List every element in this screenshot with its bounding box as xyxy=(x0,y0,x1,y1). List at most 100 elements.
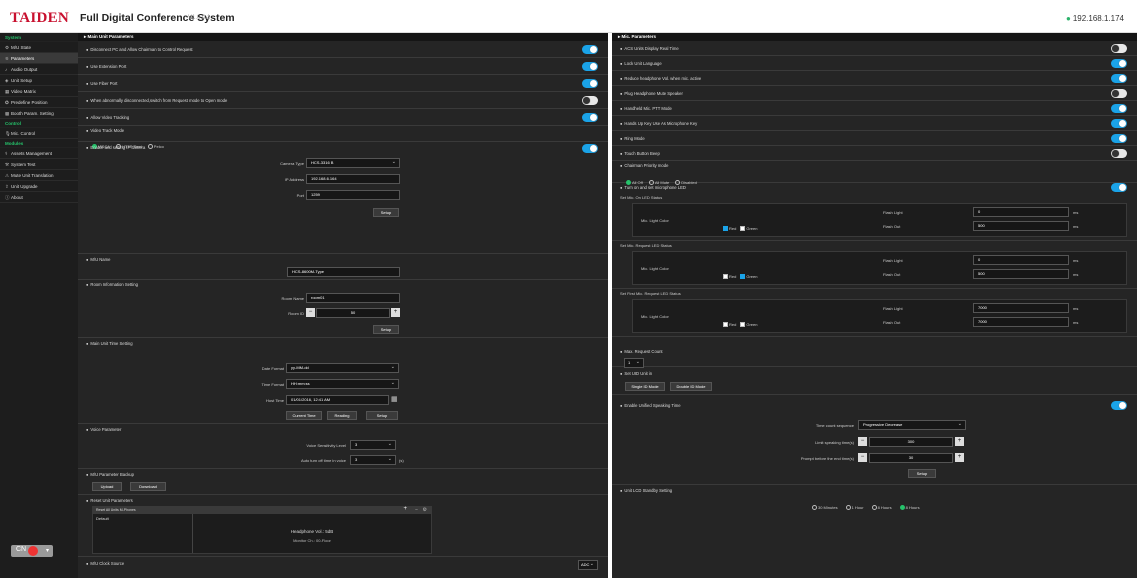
reduce-headphone-vol-when-mic--toggle[interactable] xyxy=(1111,74,1127,83)
hands-up-key-use-as-microphone-toggle[interactable] xyxy=(1111,119,1127,128)
use-fiber-port-toggle[interactable] xyxy=(582,79,598,88)
room-id-plus-button[interactable]: + xyxy=(391,308,400,317)
time-format-select[interactable]: HH:mm:ss xyxy=(286,379,399,389)
remove-icon[interactable]: − xyxy=(415,507,418,513)
clock-source-select[interactable]: ADC xyxy=(578,560,598,570)
speaking-time-toggle[interactable] xyxy=(1111,401,1127,410)
flash-out-input[interactable]: 500 xyxy=(973,221,1069,231)
light-color-green[interactable]: Green xyxy=(740,226,757,232)
single-id-mode-button[interactable]: Single ID Mode xyxy=(625,382,665,391)
prompt-time-plus-button[interactable]: + xyxy=(955,453,964,462)
reading-button[interactable]: Reading xyxy=(327,411,357,420)
disconnect-pc-and-allow-chairm-toggle[interactable] xyxy=(582,45,598,54)
voice-sensitivity-select[interactable]: 3 xyxy=(350,440,396,450)
prompt-time-minus-button[interactable]: − xyxy=(858,453,867,462)
date-format-select[interactable]: yy-MM-dd xyxy=(286,363,399,373)
speaking-setup-button[interactable]: Setup xyxy=(908,469,936,478)
allow-video-tracking-toggle[interactable] xyxy=(582,113,598,122)
when-abnormally-disconnected-s-toggle[interactable] xyxy=(582,96,598,105)
flash-out-input[interactable]: 500 xyxy=(973,269,1069,279)
time-setup-button[interactable]: Setup xyxy=(366,411,398,420)
limit-time-input[interactable]: 300 xyxy=(869,437,953,447)
toggle-knob xyxy=(1112,45,1119,52)
room-name-input[interactable]: room01 xyxy=(306,293,400,303)
flash-light-input[interactable]: 0 xyxy=(973,207,1069,217)
sidebar-item-system-test[interactable]: ⚒ System Test xyxy=(0,159,78,170)
room-setup-button[interactable]: Setup xyxy=(373,325,399,334)
port-input[interactable]: 1259 xyxy=(306,190,400,200)
sidebar-item-video-matrix[interactable]: ▦ Video Matrix xyxy=(0,86,78,97)
radio-label: 30 Minutes xyxy=(818,505,838,510)
radio-button[interactable] xyxy=(871,505,877,511)
ip-camera-toggle[interactable] xyxy=(582,144,598,153)
radio-option-1-hour[interactable]: 1 Hour xyxy=(845,505,864,511)
sidebar-item-unit-upgrade[interactable]: ⇪ Unit Upgrade xyxy=(0,181,78,192)
room-id-input[interactable]: 50 xyxy=(316,308,390,318)
ring-mode-toggle[interactable] xyxy=(1111,134,1127,143)
use-extension-port-toggle[interactable] xyxy=(582,62,598,71)
checkbox[interactable] xyxy=(740,226,746,232)
ip-address-input[interactable]: 192.168.6.164 xyxy=(306,174,400,184)
time-sequence-select[interactable]: Progressive Decrease xyxy=(858,420,966,430)
room-id-minus-button[interactable]: − xyxy=(306,308,315,317)
voice-sensitivity-label: Voice Sensitivity Level xyxy=(306,443,346,448)
sidebar-item-audio-output[interactable]: ♪ Audio Output xyxy=(0,64,78,75)
sidebar-item-booth-param-setting[interactable]: ▩ Booth Param. Setting xyxy=(0,108,78,119)
checkbox[interactable] xyxy=(740,322,746,328)
sidebar-item-mute-unit-translation[interactable]: ⚠ Mute Unit Translation xyxy=(0,170,78,181)
acs-units-display-real-time-toggle[interactable] xyxy=(1111,44,1127,53)
plug-headphone-mute-speaker-toggle[interactable] xyxy=(1111,89,1127,98)
light-color-red[interactable]: Red xyxy=(723,226,736,232)
radio-option-8-hours[interactable]: 8 Hours xyxy=(899,505,920,511)
radio-button[interactable] xyxy=(812,505,817,511)
checkbox[interactable] xyxy=(740,274,746,280)
auto-off-select[interactable]: 3 xyxy=(350,455,396,465)
flash-out-input[interactable]: 7000 xyxy=(973,317,1069,327)
flash-out-label: Flash Out xyxy=(883,320,901,325)
host-time-label: Host Time xyxy=(265,398,284,403)
mic-led-toggle[interactable] xyxy=(1111,183,1127,192)
sidebar-item-unit-setup[interactable]: ◈ Unit Setup xyxy=(0,75,78,86)
led-settings-box: Mic. Light Color Red Green Flash Light 0 ms Fl… xyxy=(632,251,1127,285)
calendar-icon[interactable]: ▦ xyxy=(391,395,398,403)
mic-light-color-label: Mic. Light Color xyxy=(641,218,669,223)
light-color-red[interactable]: Red xyxy=(723,274,736,280)
radio-button[interactable] xyxy=(845,505,851,511)
upload-button[interactable]: Upload xyxy=(92,482,122,491)
host-time-input[interactable]: 01/01/2016, 12:41 AM xyxy=(286,395,389,405)
download-button[interactable]: Download xyxy=(130,482,166,491)
add-icon[interactable]: + xyxy=(403,506,407,512)
camera-setup-button[interactable]: Setup xyxy=(373,208,399,217)
sidebar-item-predefine-position[interactable]: ✪ Predefine Position xyxy=(0,97,78,108)
light-color-red[interactable]: Red xyxy=(723,322,736,328)
sidebar-item-assets-management[interactable]: ⚕ Assets Management xyxy=(0,148,78,159)
handheld-mic-ptt-mode-toggle[interactable] xyxy=(1111,104,1127,113)
sidebar-item-mic-control[interactable]: 🎙Mic. Control xyxy=(0,128,78,139)
touch-button-beep-toggle[interactable] xyxy=(1111,149,1127,158)
mu-name-input[interactable]: HCS-8600M-Type xyxy=(287,267,400,277)
limit-time-minus-button[interactable]: − xyxy=(858,437,867,446)
lock-unit-language-toggle[interactable] xyxy=(1111,59,1127,68)
camera-type-select[interactable]: HCS-3316 B xyxy=(306,158,400,168)
sidebar-item-about[interactable]: ⓘ About xyxy=(0,192,78,203)
radio-option-30-minutes[interactable]: 30 Minutes xyxy=(812,505,838,511)
current-time-button[interactable]: Current Time xyxy=(286,411,322,420)
prompt-time-input[interactable]: 30 xyxy=(869,453,953,463)
sidebar-item-m-u-state[interactable]: ⚙ M/U State xyxy=(0,42,78,53)
light-color-green[interactable]: Green xyxy=(740,274,757,280)
checkbox[interactable] xyxy=(723,322,728,328)
language-switch[interactable]: CN ▾ xyxy=(11,545,53,557)
checkbox[interactable] xyxy=(723,274,728,280)
checkbox[interactable] xyxy=(723,226,728,232)
settings-icon[interactable]: ⚙ xyxy=(423,507,427,513)
radio-option-8-hours[interactable]: 8 Hours xyxy=(871,505,892,511)
flash-light-input[interactable]: 7000 xyxy=(973,303,1069,313)
reset-list-item[interactable]: Default xyxy=(96,516,109,521)
limit-time-plus-button[interactable]: + xyxy=(955,437,964,446)
radio-button[interactable] xyxy=(899,505,905,511)
sidebar-item-label: Parameters xyxy=(11,56,35,61)
flash-light-input[interactable]: 0 xyxy=(973,255,1069,265)
light-color-green[interactable]: Green xyxy=(740,322,757,328)
double-id-mode-button[interactable]: Double ID Mode xyxy=(670,382,712,391)
sidebar-item-parameters[interactable]: ⚟ Parameters xyxy=(0,53,78,64)
